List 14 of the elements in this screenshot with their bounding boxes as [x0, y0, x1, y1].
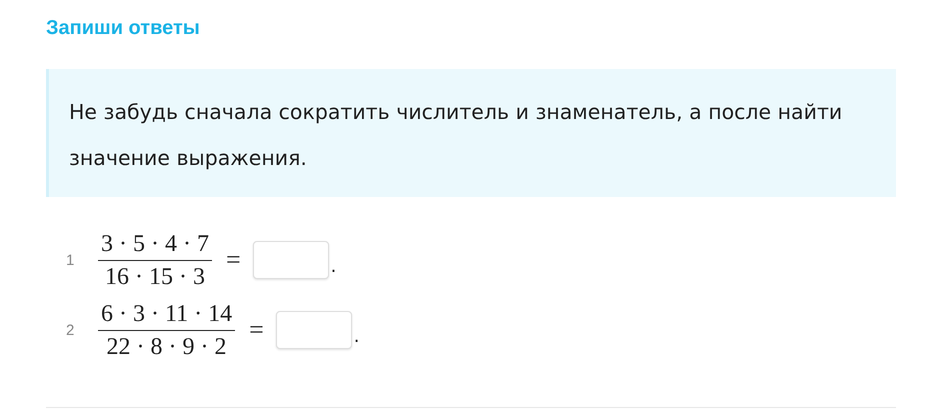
equals-sign: =: [226, 245, 241, 275]
section-title: Запиши ответы: [46, 16, 201, 41]
problem-number: 1: [66, 252, 76, 268]
denominator: 22 · 8 · 9 · 2: [106, 332, 228, 360]
numerator: 6 · 3 · 11 · 14: [98, 300, 236, 330]
problem-number: 2: [66, 322, 76, 338]
denominator: 16 · 15 · 3: [104, 262, 206, 290]
equals-sign: =: [249, 315, 264, 345]
period: .: [354, 326, 360, 347]
hint-text: Не забудь сначала сократить числитель и знаменатель, а после найти значение выражения.: [69, 99, 844, 172]
period: .: [330, 256, 336, 277]
answer-field[interactable]: [276, 311, 352, 349]
numerator: 3 · 5 · 4 · 7: [98, 230, 212, 260]
answer-field[interactable]: [252, 241, 329, 279]
